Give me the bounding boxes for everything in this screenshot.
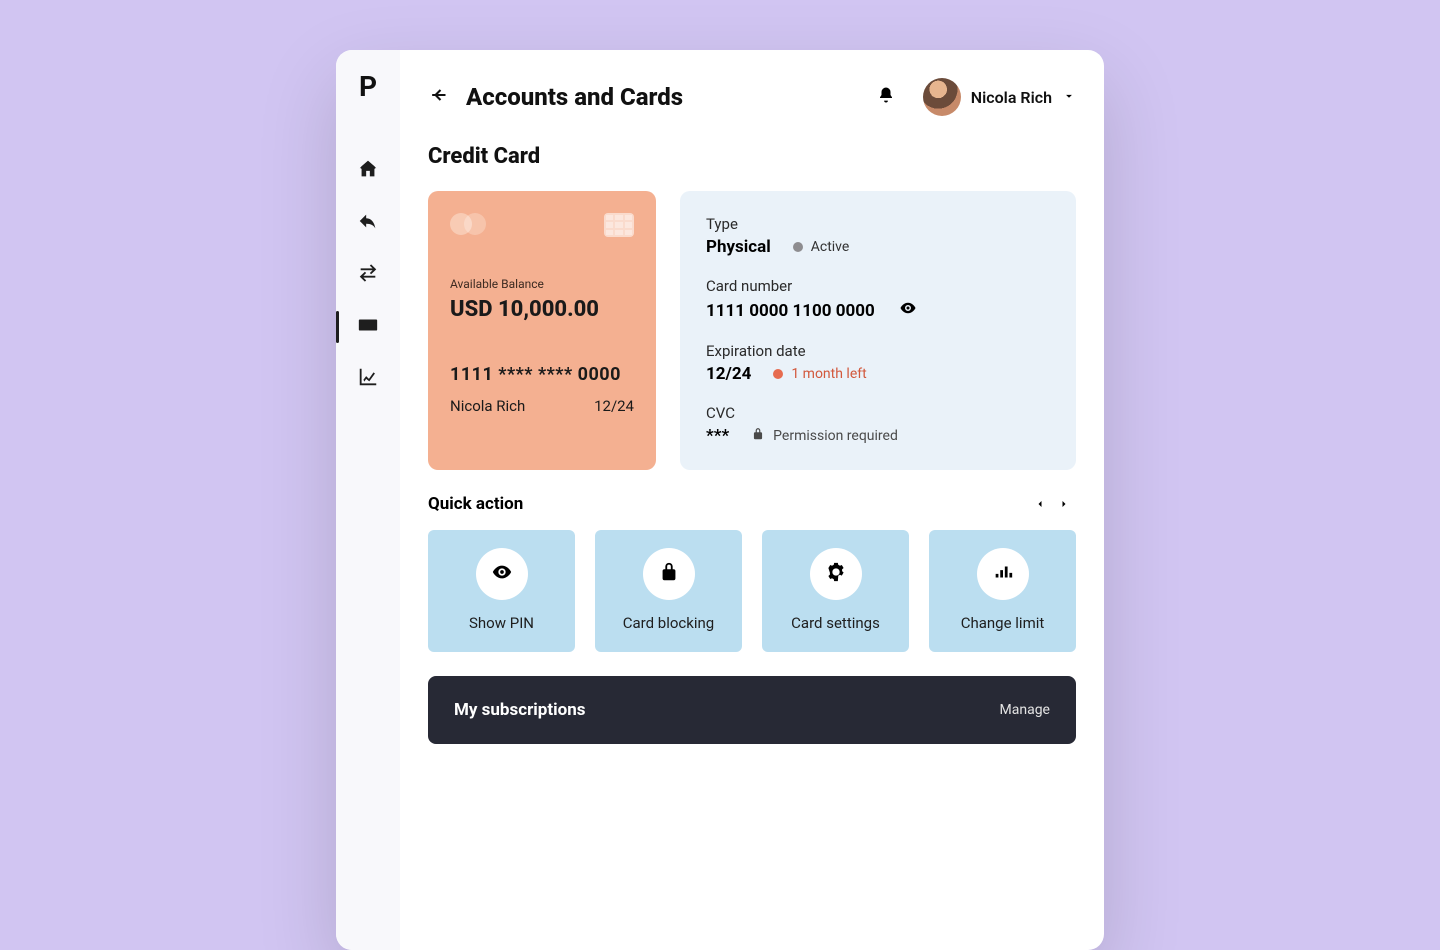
quick-action-show-pin[interactable]: Show PIN bbox=[428, 530, 575, 652]
lock-icon bbox=[751, 427, 765, 445]
app-window: P bbox=[336, 50, 1104, 950]
detail-type-value: Physical bbox=[706, 237, 771, 257]
subscriptions-panel: My subscriptions Manage bbox=[428, 676, 1076, 744]
sidebar-item-transfers[interactable] bbox=[336, 249, 400, 301]
detail-type-status: Active bbox=[811, 239, 850, 255]
reply-icon bbox=[357, 210, 379, 236]
quick-action-grid: Show PIN Card blocking Card settings Cha… bbox=[428, 530, 1076, 652]
quick-action-header: Quick action bbox=[428, 494, 1076, 514]
avatar bbox=[923, 78, 961, 116]
mastercard-icon bbox=[450, 213, 490, 237]
credit-card-visual: Available Balance USD 10,000.00 1111 ***… bbox=[428, 191, 656, 470]
quick-next-button[interactable] bbox=[1052, 495, 1076, 514]
sidebar-item-cards[interactable] bbox=[336, 301, 400, 353]
detail-cvc-label: CVC bbox=[706, 404, 1050, 422]
sidebar-item-undo[interactable] bbox=[336, 197, 400, 249]
eye-icon bbox=[491, 561, 513, 587]
card-details-panel: Type Physical Active Card number 1111 00… bbox=[680, 191, 1076, 470]
detail-number-value: 1111 0000 1100 0000 bbox=[706, 301, 875, 321]
quick-prev-button[interactable] bbox=[1028, 495, 1052, 514]
detail-expiration-label: Expiration date bbox=[706, 342, 1050, 360]
sidebar: P bbox=[336, 50, 400, 950]
quick-action-label: Change limit bbox=[939, 614, 1066, 632]
bars-icon bbox=[992, 561, 1014, 587]
gears-icon bbox=[825, 561, 847, 587]
credit-card-icon bbox=[357, 314, 379, 340]
quick-action-title: Quick action bbox=[428, 494, 1028, 514]
app-logo: P bbox=[359, 70, 377, 103]
card-expiry: 12/24 bbox=[594, 397, 634, 415]
quick-action-card-blocking[interactable]: Card blocking bbox=[595, 530, 742, 652]
manage-subscriptions-link[interactable]: Manage bbox=[1000, 702, 1050, 718]
subscriptions-title: My subscriptions bbox=[454, 700, 585, 720]
chart-line-icon bbox=[357, 366, 379, 392]
chevron-right-icon bbox=[1058, 495, 1070, 514]
quick-action-card-settings[interactable]: Card settings bbox=[762, 530, 909, 652]
home-icon bbox=[357, 158, 379, 184]
username: Nicola Rich bbox=[971, 88, 1052, 107]
reveal-number-button[interactable] bbox=[885, 299, 917, 322]
eye-icon bbox=[885, 302, 917, 322]
detail-cvc-permission: Permission required bbox=[773, 428, 898, 444]
quick-action-label: Card settings bbox=[772, 614, 899, 632]
detail-type-label: Type bbox=[706, 215, 1050, 233]
card-masked-number: 1111 **** **** 0000 bbox=[450, 364, 634, 385]
balance-value: USD 10,000.00 bbox=[450, 297, 634, 322]
card-row: Available Balance USD 10,000.00 1111 ***… bbox=[428, 191, 1076, 470]
detail-expiration-warning: 1 month left bbox=[791, 366, 866, 382]
section-title: Credit Card bbox=[428, 144, 1076, 169]
notifications-button[interactable] bbox=[877, 86, 895, 108]
lock-icon bbox=[658, 561, 680, 587]
detail-cvc-value: *** bbox=[706, 426, 729, 446]
back-button[interactable] bbox=[428, 85, 448, 109]
chevron-left-icon bbox=[1034, 495, 1046, 514]
detail-expiration-value: 12/24 bbox=[706, 364, 751, 384]
quick-action-label: Card blocking bbox=[605, 614, 732, 632]
user-menu[interactable]: Nicola Rich bbox=[923, 78, 1076, 116]
bell-icon bbox=[877, 89, 895, 108]
page-title: Accounts and Cards bbox=[466, 83, 863, 111]
quick-action-label: Show PIN bbox=[438, 614, 565, 632]
card-chip-icon bbox=[604, 213, 634, 237]
transfer-icon bbox=[357, 262, 379, 288]
sidebar-item-home[interactable] bbox=[336, 145, 400, 197]
warning-dot-icon bbox=[773, 369, 783, 379]
sidebar-item-analytics[interactable] bbox=[336, 353, 400, 405]
chevron-down-icon bbox=[1062, 88, 1076, 107]
status-dot-icon bbox=[793, 242, 803, 252]
main-content: Accounts and Cards Nicola Rich Credit Ca… bbox=[400, 50, 1104, 950]
arrow-left-icon bbox=[428, 90, 448, 109]
balance-label: Available Balance bbox=[450, 277, 634, 291]
quick-action-change-limit[interactable]: Change limit bbox=[929, 530, 1076, 652]
header: Accounts and Cards Nicola Rich bbox=[428, 78, 1076, 116]
detail-number-label: Card number bbox=[706, 277, 1050, 295]
card-holder: Nicola Rich bbox=[450, 397, 525, 415]
